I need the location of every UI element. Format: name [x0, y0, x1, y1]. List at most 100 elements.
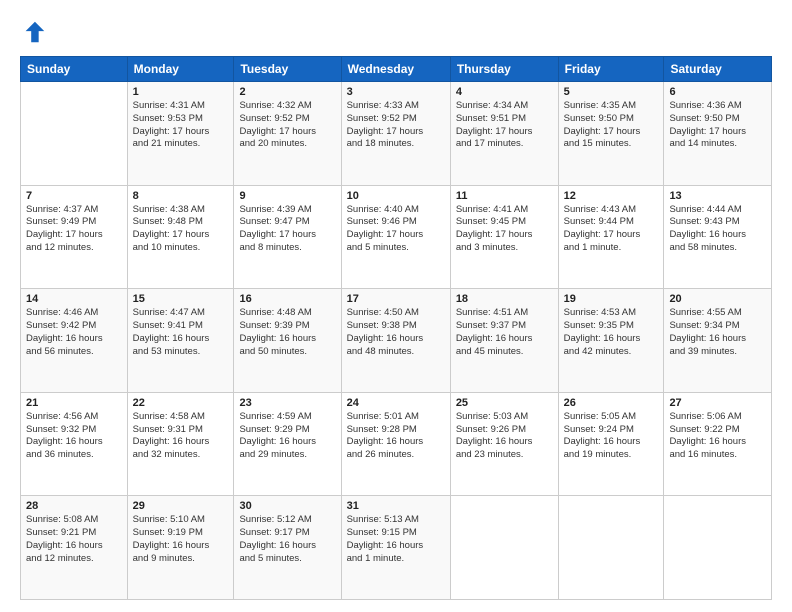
day-number: 22: [133, 397, 229, 409]
day-info: Sunrise: 4:56 AMSunset: 9:32 PMDaylight:…: [26, 411, 122, 462]
day-number: 19: [564, 293, 659, 305]
calendar-cell: [21, 82, 128, 186]
day-info: Sunrise: 4:38 AMSunset: 9:48 PMDaylight:…: [133, 204, 229, 255]
calendar-cell: [664, 496, 772, 600]
day-header-tuesday: Tuesday: [234, 57, 341, 82]
calendar-cell: 2 Sunrise: 4:32 AMSunset: 9:52 PMDaylight…: [234, 82, 341, 186]
week-row-1: 1 Sunrise: 4:31 AMSunset: 9:53 PMDaylight…: [21, 82, 772, 186]
day-number: 17: [347, 293, 445, 305]
calendar-cell: [558, 496, 664, 600]
day-info: Sunrise: 4:31 AMSunset: 9:53 PMDaylight:…: [133, 100, 229, 151]
calendar-cell: 12Sunrise: 4:43 AMSunset: 9:44 PMDayligh…: [558, 185, 664, 289]
day-number: 1: [133, 86, 229, 98]
calendar-cell: 3 Sunrise: 4:33 AMSunset: 9:52 PMDaylight…: [341, 82, 450, 186]
day-info: Sunrise: 4:41 AMSunset: 9:45 PMDaylight:…: [456, 204, 553, 255]
day-number: 11: [456, 190, 553, 202]
page: SundayMondayTuesdayWednesdayThursdayFrid…: [0, 0, 792, 612]
calendar-cell: 15 Sunrise: 4:47 AMSunset: 9:41 PMDayligh…: [127, 289, 234, 393]
days-of-week-row: SundayMondayTuesdayWednesdayThursdayFrid…: [21, 57, 772, 82]
day-number: 4: [456, 86, 553, 98]
day-number: 24: [347, 397, 445, 409]
day-number: 5: [564, 86, 659, 98]
day-number: 29: [133, 500, 229, 512]
day-number: 26: [564, 397, 659, 409]
calendar-cell: 14 Sunrise: 4:46 AMSunset: 9:42 PMDayligh…: [21, 289, 128, 393]
day-info: Sunrise: 4:32 AMSunset: 9:52 PMDaylight:…: [239, 100, 335, 151]
day-number: 2: [239, 86, 335, 98]
week-row-4: 21 Sunrise: 4:56 AMSunset: 9:32 PMDayligh…: [21, 392, 772, 496]
calendar-cell: 23Sunrise: 4:59 AMSunset: 9:29 PMDayligh…: [234, 392, 341, 496]
day-header-sunday: Sunday: [21, 57, 128, 82]
calendar-cell: 21 Sunrise: 4:56 AMSunset: 9:32 PMDayligh…: [21, 392, 128, 496]
calendar-cell: 16 Sunrise: 4:48 AMSunset: 9:39 PMDayligh…: [234, 289, 341, 393]
day-number: 7: [26, 190, 122, 202]
calendar-body: 1 Sunrise: 4:31 AMSunset: 9:53 PMDaylight…: [21, 82, 772, 600]
calendar-cell: 5 Sunrise: 4:35 AMSunset: 9:50 PMDaylight…: [558, 82, 664, 186]
calendar-cell: 27Sunrise: 5:06 AMSunset: 9:22 PMDayligh…: [664, 392, 772, 496]
day-number: 30: [239, 500, 335, 512]
calendar-cell: 10 Sunrise: 4:40 AMSunset: 9:46 PMDayligh…: [341, 185, 450, 289]
day-number: 10: [347, 190, 445, 202]
day-info: Sunrise: 4:59 AMSunset: 9:29 PMDaylight:…: [239, 411, 335, 462]
calendar-cell: 1 Sunrise: 4:31 AMSunset: 9:53 PMDaylight…: [127, 82, 234, 186]
day-number: 14: [26, 293, 122, 305]
calendar-cell: 4 Sunrise: 4:34 AMSunset: 9:51 PMDaylight…: [450, 82, 558, 186]
week-row-3: 14 Sunrise: 4:46 AMSunset: 9:42 PMDayligh…: [21, 289, 772, 393]
day-info: Sunrise: 4:58 AMSunset: 9:31 PMDaylight:…: [133, 411, 229, 462]
day-info: Sunrise: 5:01 AMSunset: 9:28 PMDaylight:…: [347, 411, 445, 462]
day-number: 3: [347, 86, 445, 98]
day-info: Sunrise: 4:34 AMSunset: 9:51 PMDaylight:…: [456, 100, 553, 151]
calendar-cell: 24 Sunrise: 5:01 AMSunset: 9:28 PMDayligh…: [341, 392, 450, 496]
header: [20, 18, 772, 46]
day-info: Sunrise: 5:10 AMSunset: 9:19 PMDaylight:…: [133, 514, 229, 565]
day-number: 8: [133, 190, 229, 202]
day-header-thursday: Thursday: [450, 57, 558, 82]
day-info: Sunrise: 4:35 AMSunset: 9:50 PMDaylight:…: [564, 100, 659, 151]
day-info: Sunrise: 5:12 AMSunset: 9:17 PMDaylight:…: [239, 514, 335, 565]
day-info: Sunrise: 4:50 AMSunset: 9:38 PMDaylight:…: [347, 307, 445, 358]
day-info: Sunrise: 4:33 AMSunset: 9:52 PMDaylight:…: [347, 100, 445, 151]
calendar-cell: [450, 496, 558, 600]
calendar-cell: 11 Sunrise: 4:41 AMSunset: 9:45 PMDayligh…: [450, 185, 558, 289]
day-info: Sunrise: 4:43 AMSunset: 9:44 PMDaylight:…: [564, 204, 659, 255]
day-info: Sunrise: 4:47 AMSunset: 9:41 PMDaylight:…: [133, 307, 229, 358]
calendar-cell: 20Sunrise: 4:55 AMSunset: 9:34 PMDayligh…: [664, 289, 772, 393]
calendar-cell: 8 Sunrise: 4:38 AMSunset: 9:48 PMDaylight…: [127, 185, 234, 289]
day-info: Sunrise: 4:48 AMSunset: 9:39 PMDaylight:…: [239, 307, 335, 358]
day-number: 6: [669, 86, 766, 98]
logo-icon: [20, 18, 48, 46]
calendar-cell: 6Sunrise: 4:36 AMSunset: 9:50 PMDaylight…: [664, 82, 772, 186]
day-number: 27: [669, 397, 766, 409]
day-info: Sunrise: 4:40 AMSunset: 9:46 PMDaylight:…: [347, 204, 445, 255]
calendar-cell: 18 Sunrise: 4:51 AMSunset: 9:37 PMDayligh…: [450, 289, 558, 393]
calendar-cell: 31Sunrise: 5:13 AMSunset: 9:15 PMDayligh…: [341, 496, 450, 600]
calendar-cell: 30 Sunrise: 5:12 AMSunset: 9:17 PMDayligh…: [234, 496, 341, 600]
day-info: Sunrise: 4:37 AMSunset: 9:49 PMDaylight:…: [26, 204, 122, 255]
day-header-wednesday: Wednesday: [341, 57, 450, 82]
day-number: 15: [133, 293, 229, 305]
calendar-cell: 19 Sunrise: 4:53 AMSunset: 9:35 PMDayligh…: [558, 289, 664, 393]
calendar-cell: 29 Sunrise: 5:10 AMSunset: 9:19 PMDayligh…: [127, 496, 234, 600]
day-number: 18: [456, 293, 553, 305]
calendar-header: SundayMondayTuesdayWednesdayThursdayFrid…: [21, 57, 772, 82]
day-number: 21: [26, 397, 122, 409]
day-header-friday: Friday: [558, 57, 664, 82]
calendar-cell: 22 Sunrise: 4:58 AMSunset: 9:31 PMDayligh…: [127, 392, 234, 496]
week-row-2: 7 Sunrise: 4:37 AMSunset: 9:49 PMDaylight…: [21, 185, 772, 289]
week-row-5: 28Sunrise: 5:08 AMSunset: 9:21 PMDayligh…: [21, 496, 772, 600]
day-number: 16: [239, 293, 335, 305]
logo: [20, 18, 52, 46]
day-number: 20: [669, 293, 766, 305]
day-info: Sunrise: 4:51 AMSunset: 9:37 PMDaylight:…: [456, 307, 553, 358]
day-number: 25: [456, 397, 553, 409]
calendar-cell: 17 Sunrise: 4:50 AMSunset: 9:38 PMDayligh…: [341, 289, 450, 393]
calendar-cell: 28Sunrise: 5:08 AMSunset: 9:21 PMDayligh…: [21, 496, 128, 600]
calendar: SundayMondayTuesdayWednesdayThursdayFrid…: [20, 56, 772, 600]
calendar-cell: 9Sunrise: 4:39 AMSunset: 9:47 PMDaylight…: [234, 185, 341, 289]
day-info: Sunrise: 4:46 AMSunset: 9:42 PMDaylight:…: [26, 307, 122, 358]
calendar-cell: 7 Sunrise: 4:37 AMSunset: 9:49 PMDaylight…: [21, 185, 128, 289]
day-info: Sunrise: 4:53 AMSunset: 9:35 PMDaylight:…: [564, 307, 659, 358]
day-info: Sunrise: 4:44 AMSunset: 9:43 PMDaylight:…: [669, 204, 766, 255]
day-number: 31: [347, 500, 445, 512]
day-header-saturday: Saturday: [664, 57, 772, 82]
